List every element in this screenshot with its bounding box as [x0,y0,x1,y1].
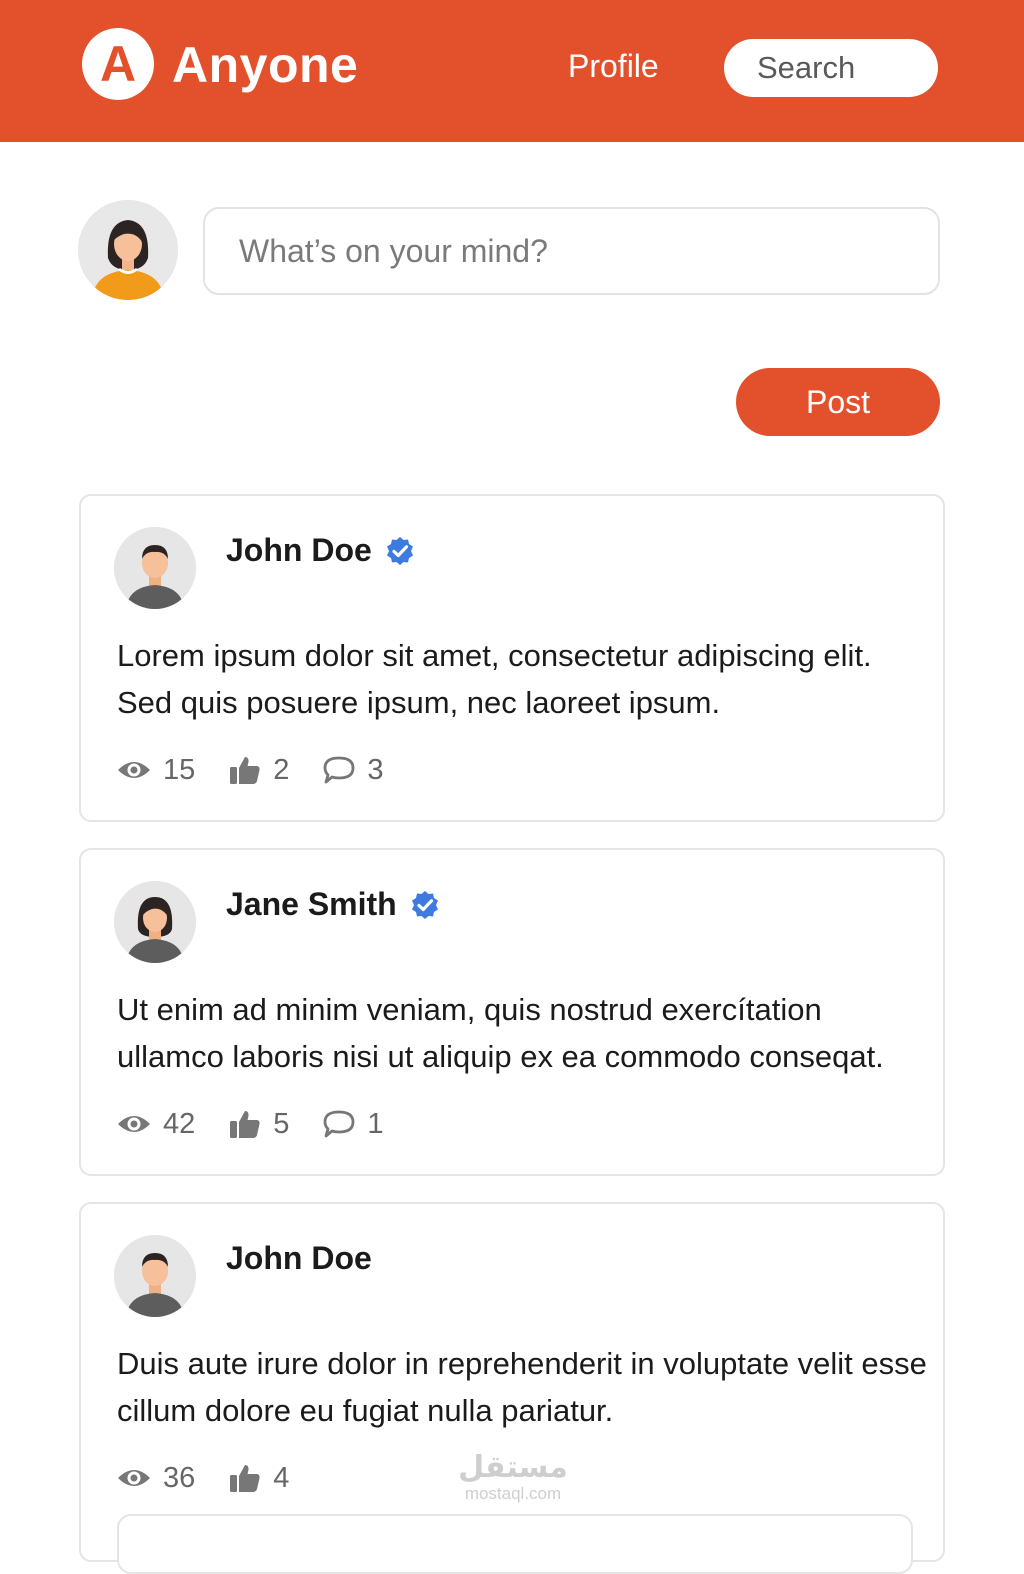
post-button[interactable]: Post [736,368,940,436]
likes-count: 5 [273,1107,290,1140]
post-author[interactable]: John Doe [226,532,416,569]
comment-bubble-icon[interactable] [323,755,355,785]
author-avatar[interactable] [114,1235,196,1317]
comments-stat[interactable]: 3 [323,753,384,787]
watermark-main-text: مستقل [458,1450,568,1485]
search-input[interactable] [724,39,938,97]
app-header: A Anyone Profile [0,0,1024,142]
comment-input[interactable] [117,1514,913,1574]
views-count: 15 [163,753,196,786]
eye-icon [118,1470,150,1486]
likes-stat[interactable]: 5 [229,1108,289,1141]
likes-count: 4 [273,1461,290,1494]
brand-name[interactable]: Anyone [172,36,358,94]
views-count: 36 [163,1461,196,1494]
post-stats: 42 5 1 [117,1106,418,1142]
watermark-url: mostaql.com [464,1484,562,1503]
author-name[interactable]: John Doe [226,532,372,569]
post-body: Duis aute irure dolor in reprehenderit i… [117,1346,927,1428]
post-body: Lorem ipsum dolor sit amet, consectetur … [117,638,872,720]
comment-bubble-icon[interactable] [323,1109,355,1139]
thumbs-up-icon[interactable] [229,1109,261,1139]
post-card: Jane Smith Ut enim ad minim veniam, quis… [79,848,945,1176]
nav-profile-link[interactable]: Profile [568,48,659,85]
views-stat: 36 [117,1462,195,1495]
post-author[interactable]: Jane Smith [226,886,441,923]
comments-stat[interactable]: 1 [323,1107,384,1141]
views-stat: 15 [117,754,195,787]
post-body: Ut enim ad minim veniam, quis nostrud ex… [117,992,884,1074]
watermark-logo: مستقل mostaql.com [448,1452,578,1504]
eye-icon [118,1116,150,1132]
views-count: 42 [163,1107,196,1140]
likes-count: 2 [273,753,290,786]
svg-text:A: A [100,36,136,92]
current-user-avatar[interactable] [78,200,178,300]
eye-icon [118,762,150,778]
post-stats: 15 2 3 [117,752,418,788]
comments-count: 1 [367,1107,384,1140]
likes-stat[interactable]: 2 [229,754,289,787]
thumbs-up-icon[interactable] [229,1463,261,1493]
likes-stat[interactable]: 4 [229,1462,289,1495]
author-avatar[interactable] [114,881,196,963]
author-avatar[interactable] [114,527,196,609]
thumbs-up-icon[interactable] [229,755,261,785]
author-name[interactable]: Jane Smith [226,886,397,923]
comments-count: 3 [367,753,384,786]
verified-badge-icon [384,535,416,567]
post-card: John Doe Lorem ipsum dolor sit amet, con… [79,494,945,822]
verified-badge-icon [409,889,441,921]
views-stat: 42 [117,1108,195,1141]
post-card: John Doe Duis aute irure dolor in repreh… [79,1202,945,1574]
logo-icon[interactable]: A [82,28,154,100]
post-author[interactable]: John Doe [226,1240,372,1277]
status-input[interactable] [203,207,940,295]
post-stats: 36 4 [117,1460,323,1496]
author-name[interactable]: John Doe [226,1240,372,1277]
